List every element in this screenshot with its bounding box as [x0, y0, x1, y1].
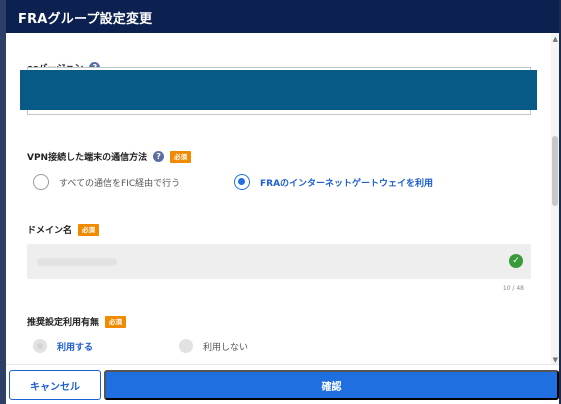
- vpn-method-label-text: VPN接続した端末の通信方法: [27, 153, 148, 163]
- radio-vpn-internet-gateway-label: FRAのインターネットゲートウェイを利用: [260, 178, 434, 189]
- cancel-button[interactable]: キャンセル: [9, 370, 101, 400]
- scroll-down-icon[interactable]: ▼: [553, 356, 558, 364]
- recommended-settings-label-text: 推奨設定利用有無: [27, 318, 100, 328]
- domain-name-input[interactable]: ✓: [27, 244, 531, 279]
- group-settings-dialog: FRAグループ設定変更 osバージョン ? VPN接続した端末の通信方法 ? 必…: [6, 0, 559, 404]
- radio-recommended-use[interactable]: 利用する: [33, 339, 93, 353]
- required-badge: 必須: [78, 223, 100, 236]
- radio-recommended-not-use-label: 利用しない: [203, 342, 249, 353]
- scroll-up-icon[interactable]: ▲: [553, 35, 558, 43]
- radio-checked-icon: [234, 174, 250, 190]
- radio-vpn-fic[interactable]: すべての通信をFIC経由で行う: [33, 174, 180, 190]
- dialog-header: FRAグループ設定変更: [6, 0, 559, 33]
- required-badge: 必須: [105, 315, 127, 328]
- required-badge: 必須: [170, 150, 192, 163]
- help-icon[interactable]: ?: [153, 151, 165, 162]
- redacted-block: [20, 70, 537, 110]
- check-icon: ✓: [509, 254, 523, 268]
- radio-unchecked-icon: [179, 339, 193, 353]
- scrollbar[interactable]: ▲ ▼: [551, 33, 559, 364]
- confirm-button[interactable]: 確認: [104, 370, 559, 400]
- dialog-footer: キャンセル 確認: [6, 364, 559, 404]
- radio-checked-icon: [33, 339, 47, 353]
- radio-vpn-internet-gateway[interactable]: FRAのインターネットゲートウェイを利用: [234, 174, 433, 190]
- radio-unchecked-icon: [33, 174, 49, 190]
- vpn-method-label: VPN接続した端末の通信方法 ? 必須: [27, 150, 192, 163]
- radio-recommended-use-label: 利用する: [57, 342, 94, 353]
- radio-vpn-fic-label: すべての通信をFIC経由で行う: [59, 178, 181, 189]
- radio-recommended-not-use[interactable]: 利用しない: [179, 339, 248, 353]
- domain-name-label-text: ドメイン名: [27, 226, 73, 236]
- dialog-title: FRAグループ設定変更: [18, 12, 153, 27]
- domain-value-blurred: [37, 258, 117, 266]
- recommended-settings-label: 推奨設定利用有無 必須: [27, 315, 127, 328]
- char-counter: 10 / 48: [502, 285, 524, 292]
- domain-name-label: ドメイン名 必須: [27, 223, 100, 236]
- dialog-content: osバージョン ? VPN接続した端末の通信方法 ? 必須 すべての通信をFIC…: [6, 33, 559, 364]
- scrollbar-thumb[interactable]: [552, 136, 558, 206]
